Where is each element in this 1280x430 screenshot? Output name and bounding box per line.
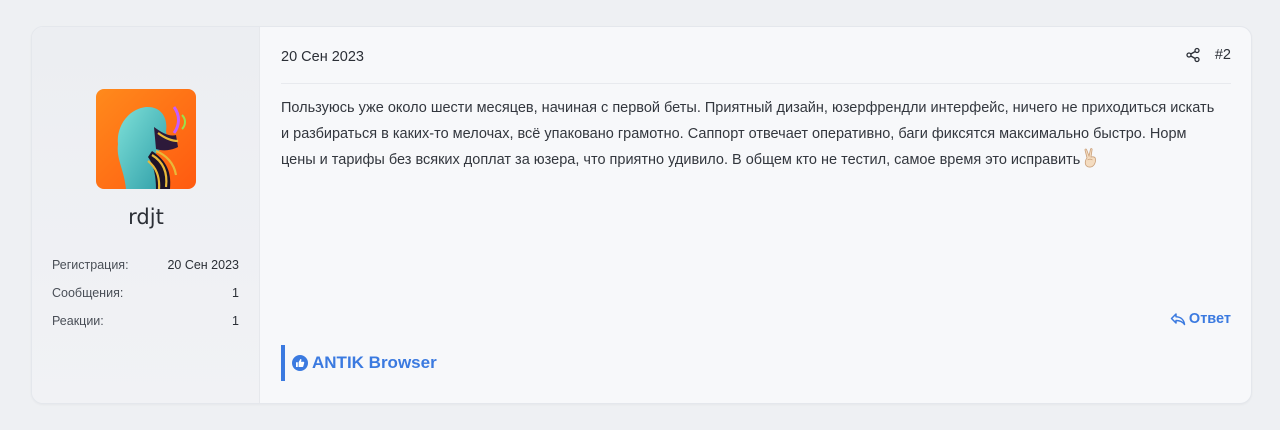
stat-registration: Регистрация: 20 Сен 2023 xyxy=(52,258,239,286)
divider xyxy=(281,83,1231,84)
user-info-panel: rdjt Регистрация: 20 Сен 2023 Сообщения:… xyxy=(32,27,260,403)
post-text: Пользуюсь уже около шести месяцев, начин… xyxy=(281,100,1215,168)
stat-label: Сообщения: xyxy=(52,286,124,300)
forum-post: rdjt Регистрация: 20 Сен 2023 Сообщения:… xyxy=(31,26,1252,404)
stat-messages: Сообщения: 1 xyxy=(52,286,239,314)
reply-icon xyxy=(1170,313,1186,326)
share-icon[interactable] xyxy=(1185,47,1201,63)
reaction-user-link[interactable]: ANTIK Browser xyxy=(312,353,437,373)
victory-hand-icon xyxy=(1084,148,1097,168)
reactions-bar: ANTIK Browser xyxy=(281,345,437,381)
post-content: 20 Сен 2023 #2 Пользуюсь уже около шести… xyxy=(260,27,1251,403)
post-date[interactable]: 20 Сен 2023 xyxy=(281,49,364,65)
avatar[interactable] xyxy=(96,89,196,189)
reply-label: Ответ xyxy=(1188,311,1231,327)
stat-label: Реакции: xyxy=(52,314,104,328)
stat-value: 20 Сен 2023 xyxy=(167,258,239,272)
user-stats: Регистрация: 20 Сен 2023 Сообщения: 1 Ре… xyxy=(52,258,239,342)
like-icon xyxy=(292,355,308,371)
post-body: Пользуюсь уже около шести месяцев, начин… xyxy=(281,95,1221,173)
stat-label: Регистрация: xyxy=(52,258,129,272)
post-actions: #2 xyxy=(1185,47,1231,63)
stat-reactions: Реакции: 1 xyxy=(52,314,239,342)
stat-value: 1 xyxy=(232,286,239,300)
reply-button[interactable]: Ответ xyxy=(1170,311,1231,327)
username[interactable]: rdjt xyxy=(32,205,260,229)
post-number[interactable]: #2 xyxy=(1215,47,1231,63)
stat-value: 1 xyxy=(232,314,239,328)
